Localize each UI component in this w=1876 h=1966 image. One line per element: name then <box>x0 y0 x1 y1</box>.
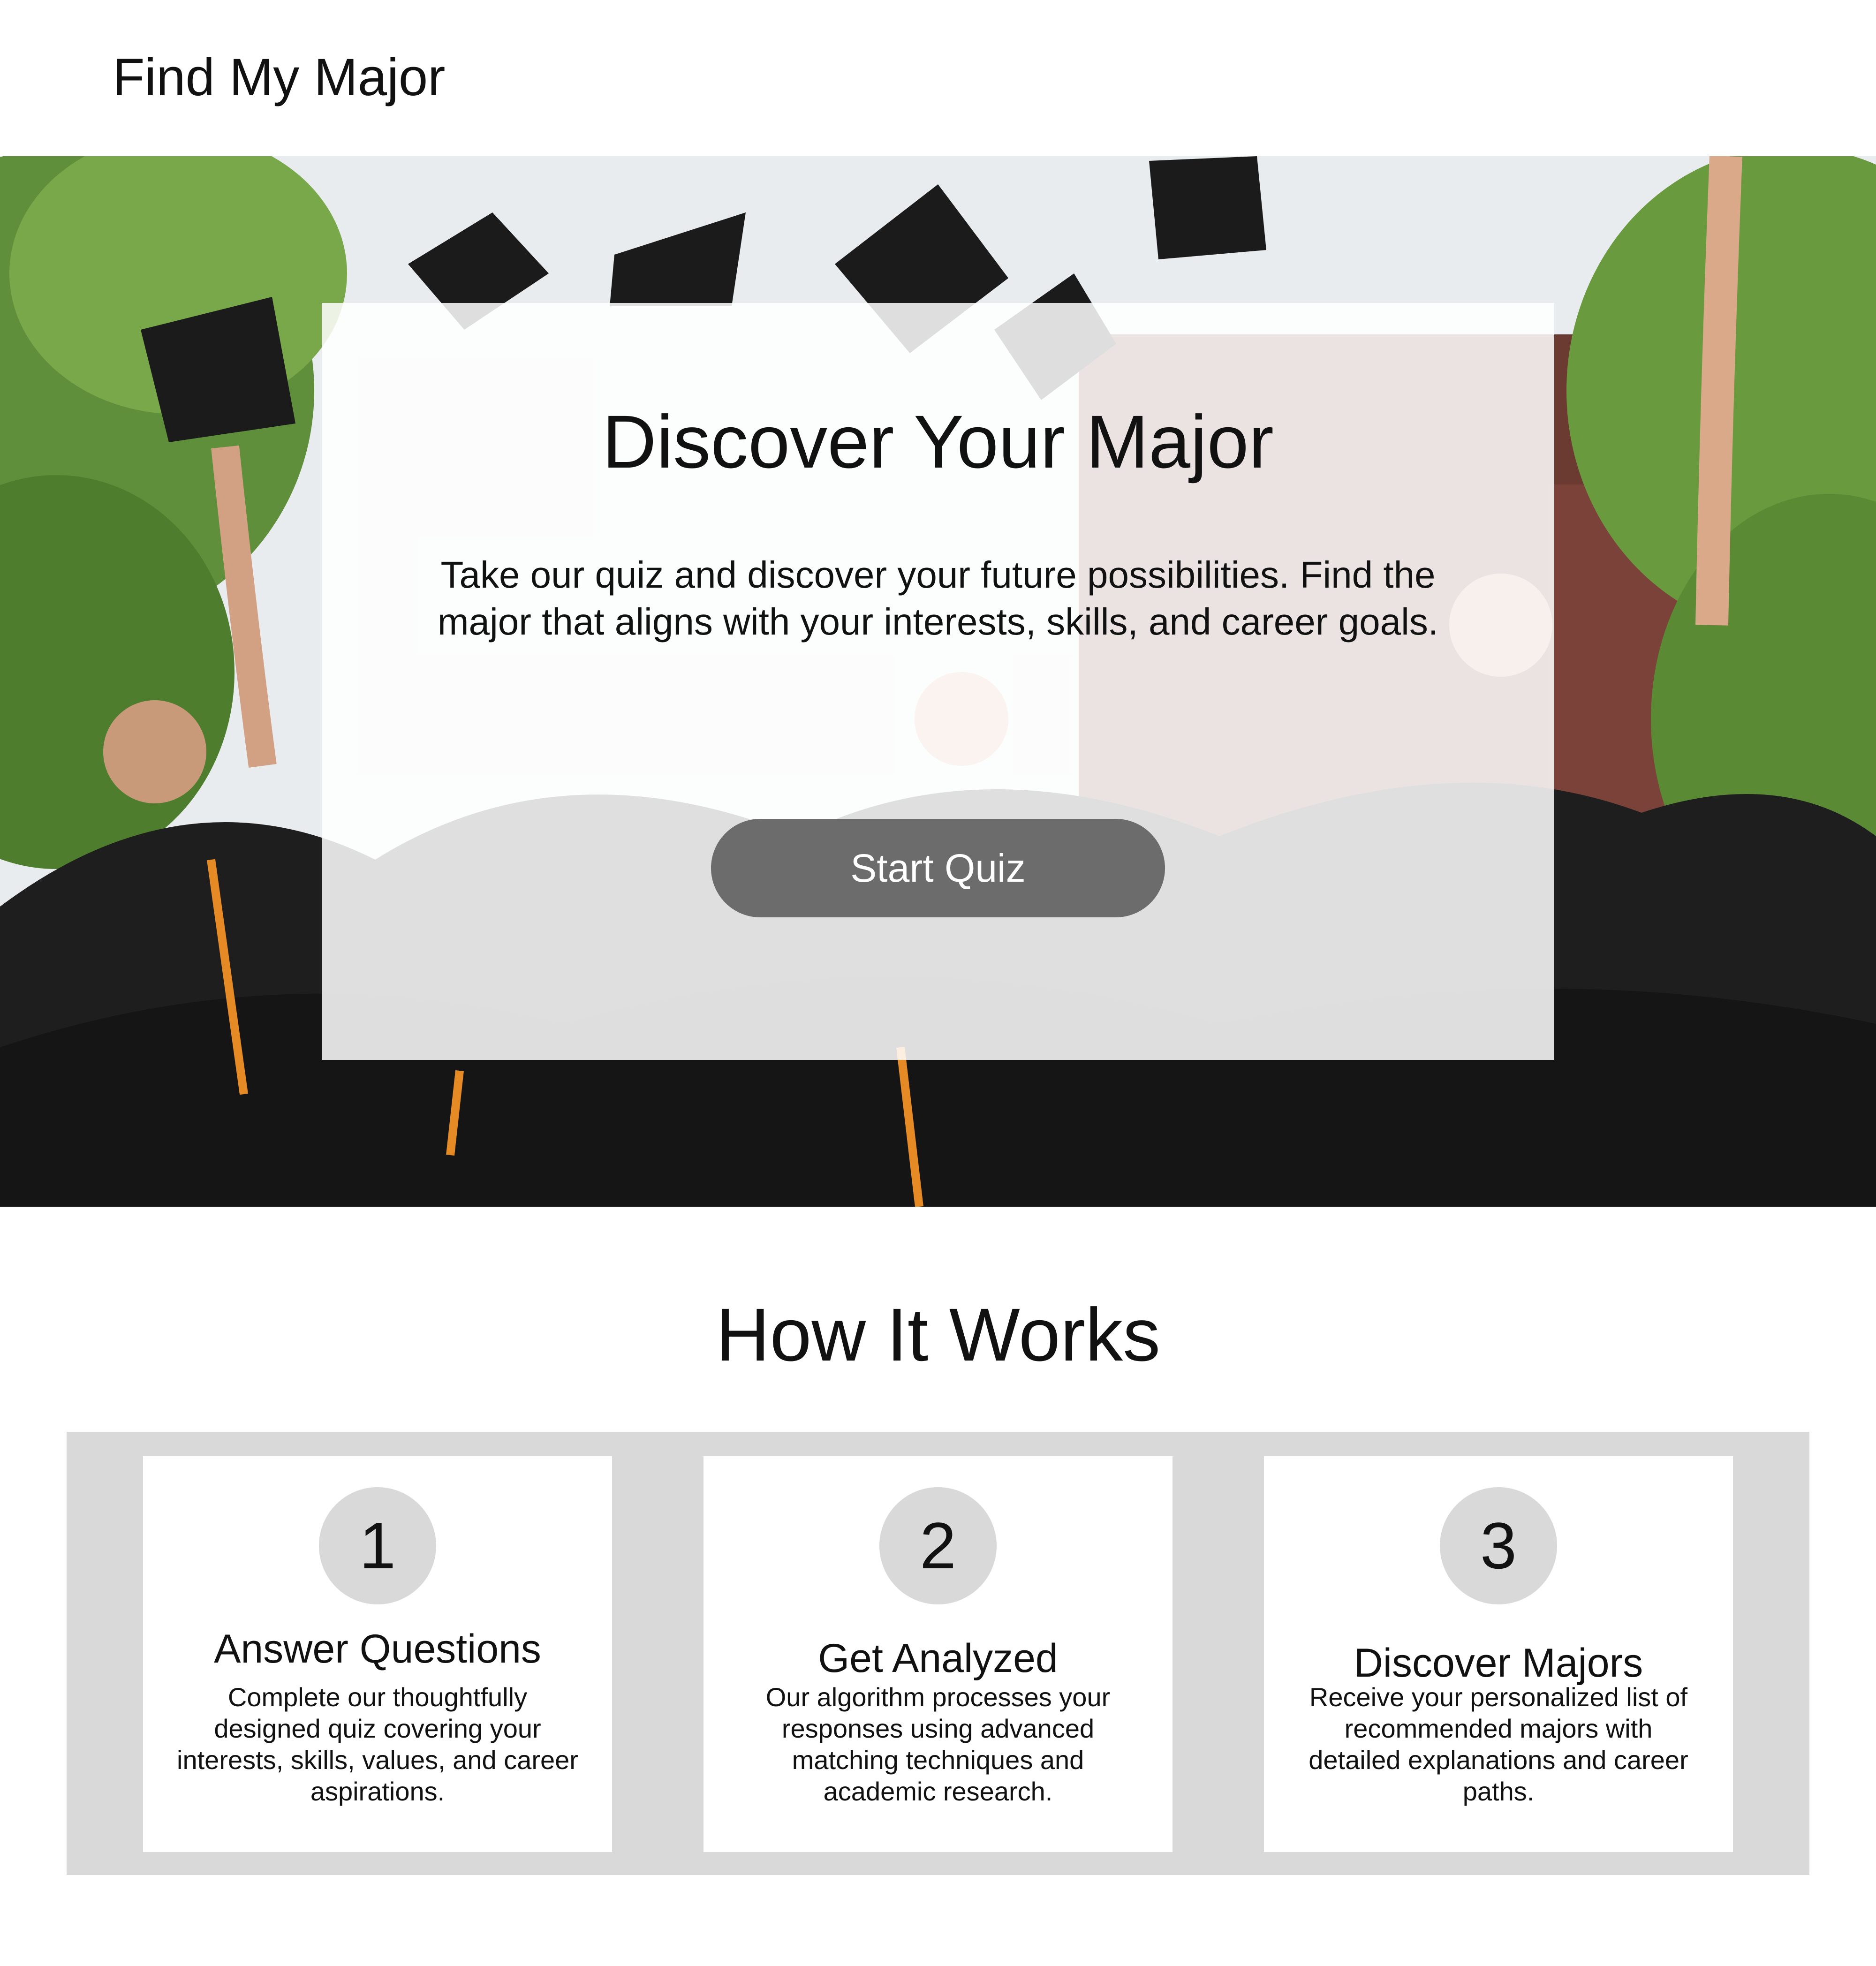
step-number-badge: 2 <box>879 1487 997 1604</box>
step-number-badge: 1 <box>319 1487 436 1604</box>
site-header: Find My Major <box>0 0 1876 156</box>
step-title: Discover Majors <box>1354 1641 1643 1686</box>
site-title[interactable]: Find My Major <box>113 46 445 109</box>
how-it-works-heading: How It Works <box>715 1293 1161 1376</box>
start-quiz-button[interactable]: Start Quiz <box>711 819 1165 917</box>
step-title: Get Analyzed <box>818 1636 1058 1681</box>
step-description: Complete our thoughtfully designed quiz … <box>177 1682 578 1806</box>
step-card-answer-questions: 1 Answer Questions Complete our thoughtf… <box>143 1456 612 1852</box>
hero-card: Discover Your Major Take our quiz and di… <box>322 303 1554 1060</box>
hero-section: Discover Your Major Take our quiz and di… <box>0 156 1876 1207</box>
step-number-badge: 3 <box>1440 1487 1557 1604</box>
step-card-get-analyzed: 2 Get Analyzed Our algorithm processes y… <box>704 1456 1172 1852</box>
hero-heading: Discover Your Major <box>602 400 1274 484</box>
hero-description: Take our quiz and discover your future p… <box>437 554 1439 643</box>
step-description: Receive your personalized list of recomm… <box>1309 1682 1688 1806</box>
step-card-discover-majors: 3 Discover Majors Receive your personali… <box>1264 1456 1733 1852</box>
step-description: Our algorithm processes your responses u… <box>765 1682 1111 1806</box>
step-title: Answer Questions <box>214 1626 541 1671</box>
steps-panel: 1 Answer Questions Complete our thoughtf… <box>67 1432 1809 1875</box>
